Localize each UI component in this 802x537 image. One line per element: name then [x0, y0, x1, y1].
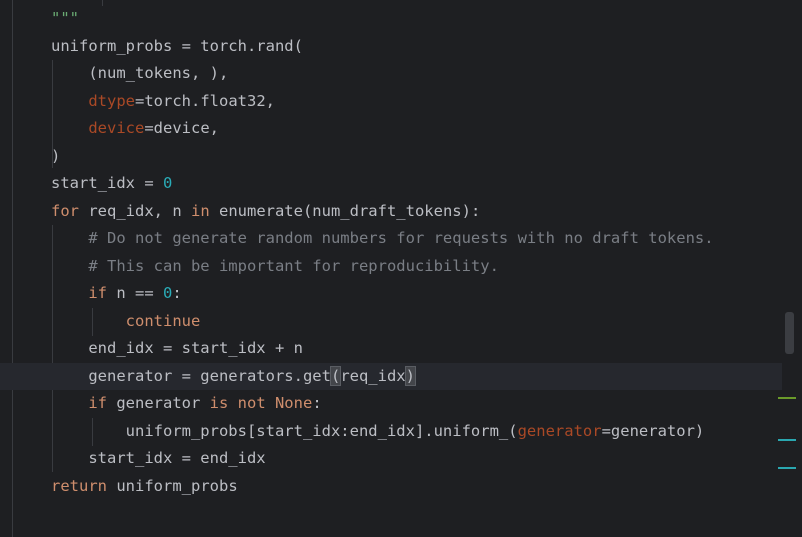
code-token: (num_tokens, ), — [51, 64, 229, 82]
code-line[interactable]: (num_tokens, ), — [0, 60, 782, 88]
code-line[interactable]: for req_idx, n in enumerate(num_draft_to… — [0, 198, 782, 226]
code-area[interactable]: """ uniform_probs = torch.rand( (num_toke… — [0, 0, 782, 537]
code-token: enumerate(num_draft_tokens): — [209, 201, 481, 220]
code-line-current[interactable]: generator = generators.get(req_idx) — [0, 362, 782, 390]
code-token: req_idx — [340, 366, 406, 385]
matched-brace: ) — [404, 365, 417, 386]
code-token: uniform_probs = torch.rand( — [51, 36, 303, 55]
code-line[interactable]: start_idx = end_idx — [0, 445, 782, 473]
matched-brace: ( — [329, 365, 342, 386]
code-keyword: continue — [125, 311, 201, 330]
code-keyword: is not None — [209, 394, 313, 412]
code-token: n == — [107, 284, 163, 302]
code-keyword: if — [88, 394, 107, 412]
code-token: uniform_probs[start_idx:end_idx].uniform… — [51, 421, 518, 440]
code-keyword: for — [51, 201, 79, 220]
change-marker[interactable] — [778, 397, 796, 399]
code-token: =device, — [144, 119, 219, 137]
code-line[interactable]: # This can be important for reproducibil… — [0, 253, 782, 281]
code-token: : — [172, 284, 182, 302]
code-token: generator — [107, 394, 210, 412]
code-token: start_idx = end_idx — [51, 449, 266, 467]
change-marker[interactable] — [778, 467, 796, 469]
code-token: 0 — [162, 174, 173, 192]
code-line[interactable]: # Do not generate random numbers for req… — [0, 225, 782, 253]
code-line[interactable]: start_idx = 0 — [0, 170, 782, 198]
code-keyword: in — [190, 201, 210, 220]
change-marker[interactable] — [778, 439, 796, 441]
code-token: dtype — [88, 91, 135, 110]
code-line[interactable]: dtype=torch.float32, — [0, 88, 782, 116]
code-token: : — [312, 394, 322, 412]
code-comment: # Do not generate random numbers for req… — [88, 229, 714, 247]
code-token: generator — [517, 421, 602, 440]
vertical-scrollbar-thumb[interactable] — [785, 312, 794, 354]
code-line[interactable]: continue — [0, 308, 782, 336]
code-token: 0 — [163, 284, 173, 302]
code-token: end_idx = start_idx + n — [51, 339, 303, 357]
code-token: uniform_probs — [107, 476, 238, 495]
code-token: =torch.float32, — [135, 91, 275, 110]
code-line[interactable]: uniform_probs[start_idx:end_idx].uniform… — [0, 418, 782, 446]
code-keyword: return — [51, 476, 107, 495]
code-editor[interactable]: """ uniform_probs = torch.rand( (num_toke… — [0, 0, 802, 537]
code-line[interactable]: uniform_probs = torch.rand( — [0, 33, 782, 61]
code-line[interactable]: """ — [0, 5, 782, 33]
code-line[interactable]: device=device, — [0, 115, 782, 143]
code-line[interactable]: if n == 0: — [0, 280, 782, 308]
code-token: generator = generators.get — [51, 366, 331, 385]
code-line[interactable]: ) — [0, 143, 782, 171]
code-token: """ — [51, 9, 79, 27]
code-token: req_idx, n — [79, 201, 191, 220]
code-token: start_idx = — [51, 174, 163, 192]
code-token: device — [88, 119, 145, 137]
code-keyword: if — [88, 284, 107, 302]
code-comment: # This can be important for reproducibil… — [88, 256, 499, 275]
code-token: ) — [51, 146, 61, 165]
code-token: =generator) — [601, 421, 705, 440]
code-line[interactable]: return uniform_probs — [0, 473, 782, 501]
code-line[interactable]: end_idx = start_idx + n — [0, 335, 782, 363]
code-line[interactable]: if generator is not None: — [0, 390, 782, 418]
